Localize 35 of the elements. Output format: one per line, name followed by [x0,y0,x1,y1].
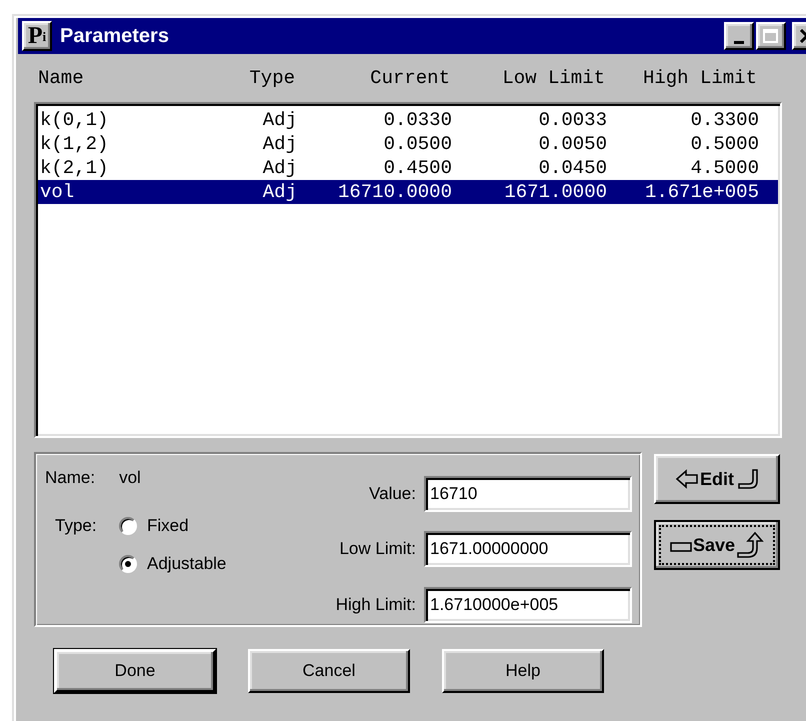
name-value: vol [119,468,141,488]
minimize-icon [734,41,744,44]
selected-row[interactable]: vol Adj 16710.0000 1671.0000 1.671e+005 [38,180,778,204]
list-row[interactable]: k(1,2) Adj 0.0500 0.0050 0.5000 [38,132,778,156]
column-header: Name [38,67,85,89]
hook-arrow-icon [735,468,759,490]
up-arrow-icon [736,531,764,559]
radio-label[interactable]: Fixed [147,516,189,536]
column-header: Current [369,67,450,89]
input-field[interactable]: 1671.00000000 [424,531,632,568]
type-label: Type: [55,516,98,536]
column-header: Type [248,67,295,89]
name-label: Name: [45,468,96,488]
input-field[interactable]: 16710 [424,476,632,512]
list-row[interactable]: k(0,1) Adj 0.0330 0.0033 0.3300 [38,108,778,132]
left-arrow-icon [675,469,699,489]
radio-button[interactable] [119,517,137,535]
maximize-icon [763,29,779,43]
maximize-button[interactable] [756,22,786,50]
field-label: High Limit: [334,595,416,616]
radio-label[interactable]: Adjustable [147,554,226,574]
dialog-button[interactable]: Done [54,649,216,693]
edit-button[interactable]: Edit [654,454,780,504]
dialog-button[interactable]: Cancel [248,649,410,693]
field-label: Value: [368,484,416,504]
field-label: Low Limit: [338,539,416,560]
minimize-button[interactable] [724,22,754,50]
column-header: Low Limit [501,67,605,89]
window-title: Parameters [60,24,170,48]
list-row[interactable]: k(2,1) Adj 0.4500 0.0450 4.5000 [38,156,778,180]
column-header: High Limit [642,67,757,89]
radio-button[interactable] [119,555,137,573]
input-field[interactable]: 1.6710000e+005 [424,587,632,624]
dialog-button[interactable]: Help [442,649,604,693]
save-button[interactable]: Save [654,520,780,570]
